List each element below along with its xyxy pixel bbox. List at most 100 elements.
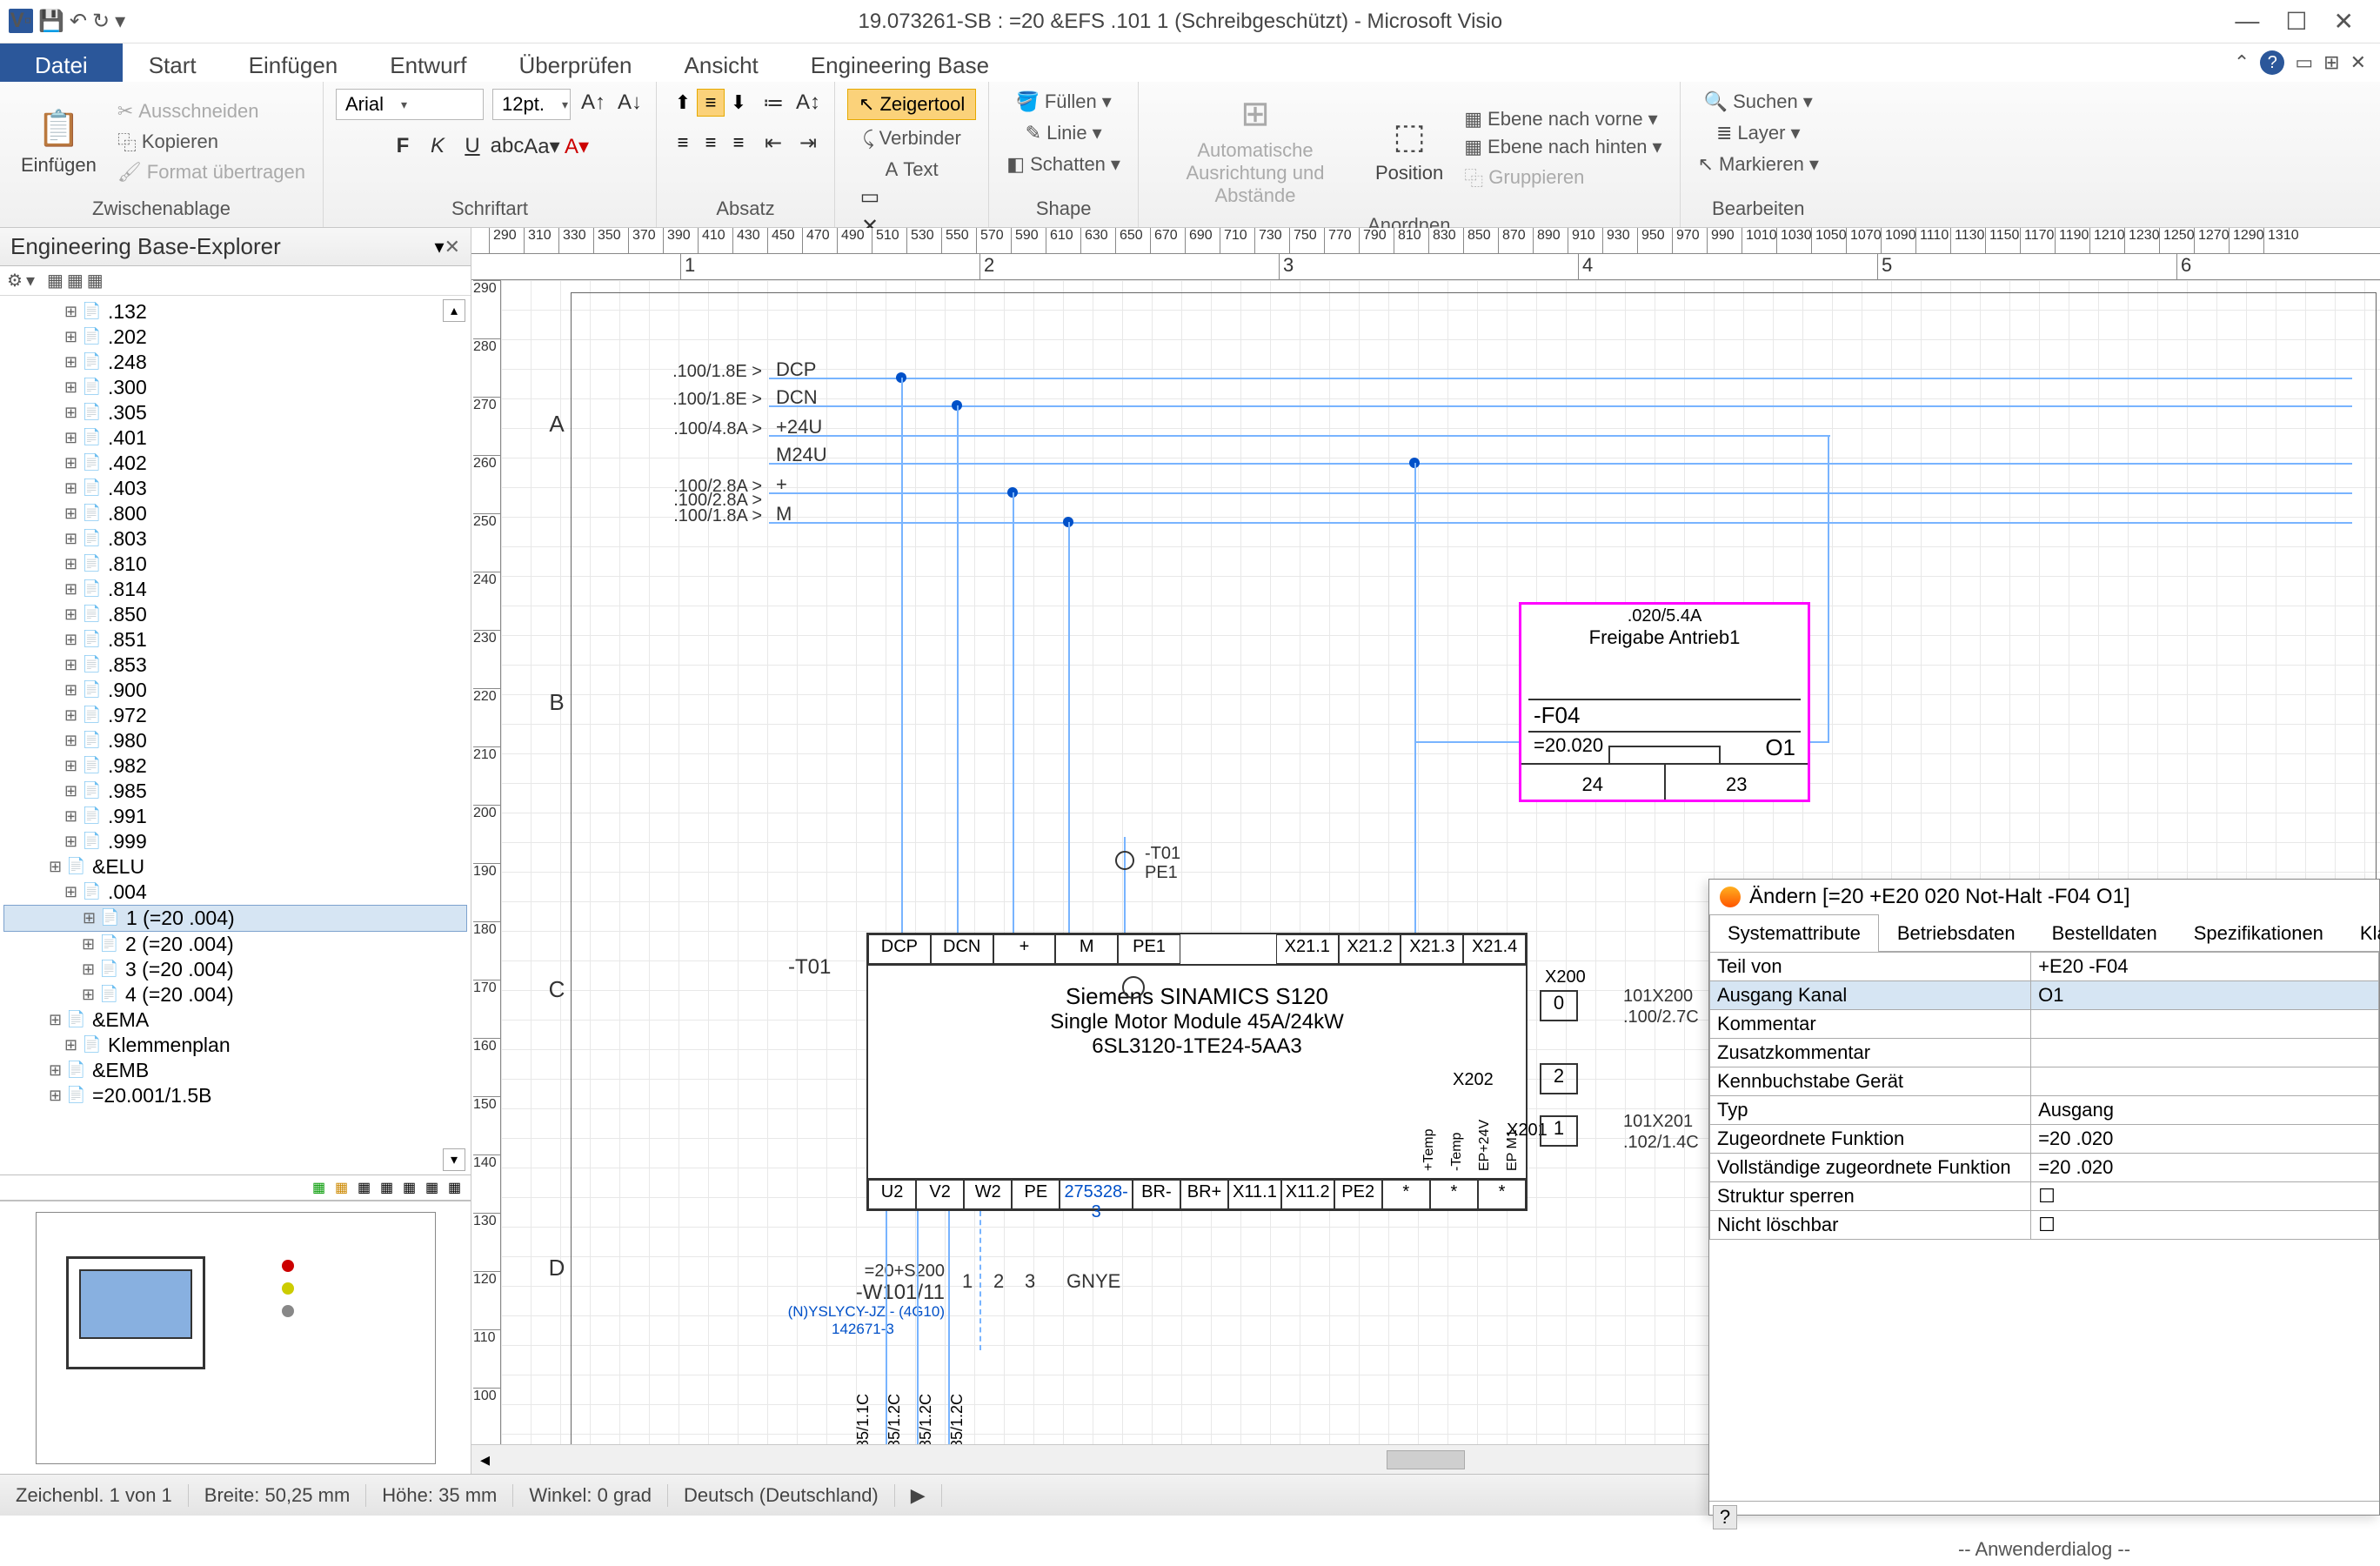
align-bottom-icon[interactable]: ⬇ [725, 89, 752, 117]
layer-button[interactable]: ≣Layer▾ [1711, 120, 1806, 146]
tree-item[interactable]: ⊞📄.999 [3, 829, 467, 854]
sinamics-block[interactable]: DCP DCN + M PE1 X21.1 X21.2 X21.3 X21.4 … [866, 933, 1528, 1211]
help-icon[interactable]: ? [2260, 50, 2284, 75]
tree-item[interactable]: ⊞📄.853 [3, 652, 467, 678]
tab-view[interactable]: Ansicht [659, 44, 785, 82]
find-button[interactable]: 🔍Suchen▾ [1699, 89, 1818, 115]
workspace-icon[interactable]: ⊞ [2323, 51, 2339, 74]
property-row[interactable]: Struktur sperren☐ [1710, 1182, 2379, 1211]
bullets-icon[interactable]: ≔ [759, 89, 787, 117]
tree-item[interactable]: ⊞📄Klemmenplan [3, 1033, 467, 1058]
toolbar-icon[interactable]: ▦ [87, 270, 104, 291]
property-row[interactable]: Kommentar [1710, 1010, 2379, 1039]
send-backward-button[interactable]: ▦Ebene nach hinten▾ [1459, 134, 1667, 160]
align-center-icon[interactable]: ≡ [697, 129, 725, 157]
font-color-button[interactable]: A▾ [563, 132, 591, 160]
shadow-button[interactable]: ◧Schatten▾ [1001, 151, 1126, 177]
line-button[interactable]: ✎Linie▾ [1020, 120, 1107, 146]
toolbar-icon[interactable]: ▾ [26, 270, 35, 291]
format-painter-button[interactable]: 🖌Format übertragen [112, 159, 311, 185]
property-row[interactable]: Zugeordnete Funktion=20 .020 [1710, 1125, 2379, 1154]
tab-design[interactable]: Entwurf [364, 44, 492, 82]
tree-item[interactable]: ⊞📄.305 [3, 400, 467, 425]
bring-forward-button[interactable]: ▦Ebene nach vorne▾ [1459, 106, 1667, 132]
connector-tool-button[interactable]: ⤹Verbinder [857, 125, 966, 151]
tab-betriebsdaten[interactable]: Betriebsdaten [1879, 914, 2034, 952]
property-row[interactable]: Vollständige zugeordnete Funktion=20 .02… [1710, 1154, 2379, 1182]
case-button[interactable]: Aa▾ [528, 132, 556, 160]
tree-item[interactable]: ⊞📄=20.001/1.5B [3, 1083, 467, 1108]
save-icon[interactable]: 💾 [38, 9, 64, 34]
tree-item[interactable]: ⊞📄1 (=20 .004) [3, 905, 467, 932]
tab-review[interactable]: Überprüfen [492, 44, 658, 82]
align-middle-icon[interactable]: ≡ [697, 89, 725, 117]
paste-button[interactable]: 📋 Einfügen [12, 104, 105, 180]
properties-table[interactable]: Teil von+E20 -F04Ausgang KanalKommentarZ… [1709, 952, 2379, 1240]
tree-item[interactable]: ⊞📄.810 [3, 552, 467, 577]
tab-bestelldaten[interactable]: Bestelldaten [2034, 914, 2176, 952]
strike-button[interactable]: abc [493, 132, 521, 160]
indent-icon[interactable]: ⇥ [794, 129, 822, 157]
tool-icon[interactable]: ▦ [425, 1179, 443, 1196]
tool-icon[interactable]: ▦ [335, 1179, 352, 1196]
tool-icon[interactable]: ▦ [403, 1179, 420, 1196]
maximize-icon[interactable]: ☐ [2285, 7, 2307, 36]
explorer-dropdown-icon[interactable]: ▾ [435, 236, 445, 258]
tree-item[interactable]: ⊞📄.004 [3, 880, 467, 905]
ribbon-minimize-icon[interactable]: ⌃ [2234, 51, 2250, 74]
status-language[interactable]: Deutsch (Deutschland) [668, 1484, 895, 1507]
tree-item[interactable]: ⊞📄.403 [3, 476, 467, 501]
tree-item[interactable]: ⊞📄.851 [3, 627, 467, 652]
undo-icon[interactable]: ↶ [70, 9, 87, 34]
tab-insert[interactable]: Einfügen [223, 44, 364, 82]
toolbar-icon[interactable]: ▦ [47, 270, 64, 291]
pointer-tool-button[interactable]: ↖Zeigertool [847, 89, 976, 120]
tool-icon[interactable]: ▦ [380, 1179, 398, 1196]
macro-icon[interactable]: ▶ [895, 1484, 942, 1507]
close-icon[interactable]: ✕ [2334, 7, 2354, 36]
orientation-icon[interactable]: A↕ [794, 89, 822, 117]
align-right-icon[interactable]: ≡ [725, 129, 752, 157]
toolbar-icon[interactable]: ⚙ [7, 270, 23, 291]
tree-item[interactable]: ⊞📄&ELU [3, 854, 467, 880]
scroll-down-icon[interactable]: ▾ [443, 1148, 465, 1171]
text-tool-button[interactable]: AText [880, 157, 944, 183]
tree-item[interactable]: ⊞📄.850 [3, 602, 467, 627]
tree-item[interactable]: ⊞📄.814 [3, 577, 467, 602]
decrease-font-icon[interactable]: A↓ [616, 89, 644, 117]
outdent-icon[interactable]: ⇤ [759, 129, 787, 157]
close-child-icon[interactable]: ✕ [2350, 51, 2366, 74]
tool-icon[interactable]: ▦ [312, 1179, 330, 1196]
font-name-combo[interactable]: Arial [336, 89, 484, 120]
underline-button[interactable]: U [458, 132, 486, 160]
auto-align-button[interactable]: ⊞ Automatische Ausrichtung und Abstände [1151, 89, 1360, 211]
properties-dialog[interactable]: Ändern [=20 +E20 020 Not-Halt -F04 O1] S… [1708, 879, 2380, 1516]
toolbar-icon[interactable]: ▦ [67, 270, 84, 291]
qat-dropdown-icon[interactable]: ▾ [115, 9, 125, 34]
redo-icon[interactable]: ↻ [92, 9, 110, 34]
font-size-combo[interactable]: 12pt. [492, 89, 571, 120]
tree-item[interactable]: ⊞📄.972 [3, 703, 467, 728]
scroll-up-icon[interactable]: ▴ [443, 299, 465, 322]
explorer-close-icon[interactable]: ✕ [445, 236, 460, 258]
tree-item[interactable]: ⊞📄.202 [3, 325, 467, 350]
tree-item[interactable]: ⊞📄.402 [3, 451, 467, 476]
tree-item[interactable]: ⊞📄3 (=20 .004) [3, 957, 467, 982]
property-input[interactable] [2038, 984, 2371, 1007]
tool-icon[interactable]: ▦ [448, 1179, 465, 1196]
tab-home[interactable]: Start [123, 44, 223, 82]
property-row[interactable]: Teil von+E20 -F04 [1710, 953, 2379, 981]
tree-item[interactable]: ⊞📄.803 [3, 526, 467, 552]
increase-font-icon[interactable]: A↑ [579, 89, 607, 117]
copy-button[interactable]: ⿻Kopieren [112, 126, 311, 157]
tree-item[interactable]: ⊞📄.300 [3, 375, 467, 400]
window-restore-icon[interactable]: ▭ [2295, 51, 2313, 74]
tab-file[interactable]: Datei [0, 44, 123, 82]
tool-icon[interactable]: ▦ [358, 1179, 375, 1196]
italic-button[interactable]: K [424, 132, 451, 160]
tree-item[interactable]: ⊞📄2 (=20 .004) [3, 932, 467, 957]
align-top-icon[interactable]: ⬆ [669, 89, 697, 117]
property-row[interactable]: Nicht löschbar☐ [1710, 1211, 2379, 1240]
tree-item[interactable]: ⊞📄.248 [3, 350, 467, 375]
property-row[interactable]: Zusatzkommentar [1710, 1039, 2379, 1067]
